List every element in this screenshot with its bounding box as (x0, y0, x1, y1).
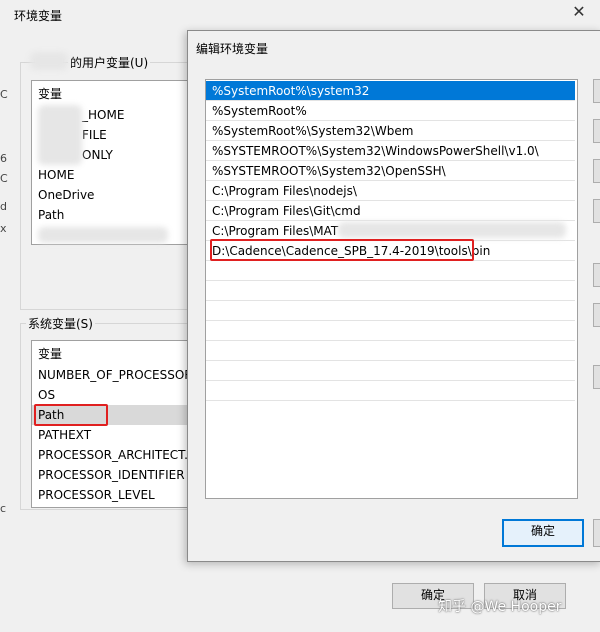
redacted-region (38, 105, 82, 165)
close-icon[interactable]: ✕ (569, 2, 589, 22)
path-entry[interactable]: %SystemRoot% (206, 101, 575, 121)
redacted-region (338, 222, 566, 238)
list-item[interactable]: PROCESSOR_LEVEL (38, 485, 155, 505)
path-highlight-box (34, 404, 108, 426)
path-entries-list[interactable]: %SystemRoot%\system32 %SystemRoot% %Syst… (205, 79, 578, 499)
clipped-glyph: C (0, 88, 8, 101)
edit-text-button[interactable] (593, 365, 600, 389)
path-entry[interactable]: C:\Program Files\nodejs\ (206, 181, 575, 201)
path-entry-selected[interactable]: %SystemRoot%\system32 (206, 81, 575, 101)
list-header: 变量 (38, 87, 63, 101)
path-entry-empty[interactable] (206, 361, 575, 381)
clipped-glyph: d (0, 200, 7, 213)
list-item[interactable]: OneDrive (38, 185, 94, 205)
user-variables-label: 的用户变量(U) (68, 54, 151, 71)
path-entry[interactable]: %SYSTEMROOT%\System32\OpenSSH\ (206, 161, 575, 181)
list-item[interactable]: FILE (82, 125, 107, 145)
path-entry-empty[interactable] (206, 381, 575, 401)
list-item[interactable]: NUMBER_OF_PROCESSORS (38, 365, 200, 385)
path-entry[interactable]: C:\Program Files\Git\cmd (206, 201, 575, 221)
list-item[interactable]: _HOME (82, 105, 124, 125)
move-down-button[interactable] (593, 303, 600, 327)
list-item[interactable]: ONLY (82, 145, 113, 165)
move-up-button[interactable] (593, 263, 600, 287)
path-entry[interactable]: %SYSTEMROOT%\System32\WindowsPowerShell\… (206, 141, 575, 161)
dialog-ok-button[interactable]: 确定 (502, 519, 584, 547)
new-button[interactable] (593, 79, 600, 103)
clipped-glyph: c (0, 502, 7, 515)
path-entry-empty[interactable] (206, 301, 575, 321)
edit-button[interactable] (593, 119, 600, 143)
redacted-region (38, 227, 168, 243)
system-variables-label: 系统变量(S) (26, 315, 95, 332)
list-item[interactable]: Path (38, 205, 64, 225)
new-entry-highlight-box (210, 239, 474, 261)
path-entry[interactable]: %SystemRoot%\System32\Wbem (206, 121, 575, 141)
path-entry-empty[interactable] (206, 261, 575, 281)
redacted-region (30, 52, 68, 70)
user-variables-list[interactable]: 变量 _HOME FILE ONLY HOME OneDrive Path (31, 80, 203, 245)
dialog-cancel-button[interactable] (593, 519, 600, 547)
path-entry-empty[interactable] (206, 341, 575, 361)
list-item[interactable]: OS (38, 385, 55, 405)
list-header: 变量 (38, 347, 63, 361)
path-entry-empty[interactable] (206, 281, 575, 301)
clipped-glyph: C (0, 172, 8, 185)
list-item[interactable]: PATHEXT (38, 425, 91, 445)
path-entry-empty[interactable] (206, 321, 575, 341)
window-title: 环境变量 (14, 9, 63, 23)
browse-button[interactable] (593, 159, 600, 183)
list-item[interactable]: PROCESSOR_ARCHITECT... (38, 445, 196, 465)
clipped-glyph: x (0, 222, 7, 235)
clipped-glyph: 6 (0, 152, 7, 165)
list-item[interactable]: HOME (38, 165, 74, 185)
list-item[interactable]: PROCESSOR_IDENTIFIER (38, 465, 185, 485)
dialog-title: 编辑环境变量 (196, 42, 269, 56)
edit-environment-variable-dialog: 编辑环境变量 %SystemRoot%\system32 %SystemRoot… (187, 30, 600, 562)
delete-button[interactable] (593, 199, 600, 223)
watermark: 知乎 @We Hooper (438, 599, 562, 615)
